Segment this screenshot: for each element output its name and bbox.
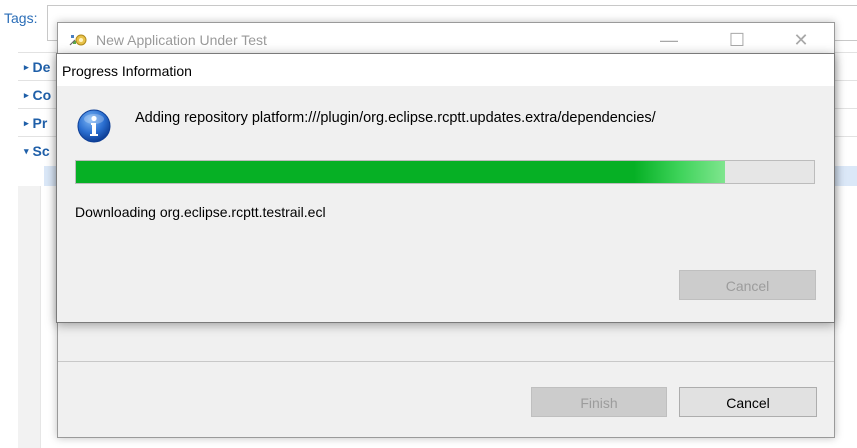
maximize-button[interactable]: ☐ (714, 27, 760, 53)
section-description-title[interactable]: ▸ De (24, 59, 50, 75)
collapsed-triangle-icon: ▸ (24, 62, 29, 72)
wizard-title: New Application Under Test (96, 32, 267, 48)
progress-information-dialog: Progress Information Adding repository p… (56, 53, 835, 323)
progress-bar (75, 160, 815, 184)
progress-titlebar[interactable]: Progress Information (57, 54, 834, 86)
progress-sub-message: Downloading org.eclipse.rcptt.testrail.e… (75, 204, 326, 220)
collapsed-triangle-icon: ▸ (24, 90, 29, 100)
expanded-triangle-icon: ▾ (24, 146, 29, 156)
progress-message: Adding repository platform:///plugin/org… (135, 110, 656, 126)
minimize-button[interactable]: — (646, 27, 692, 53)
tags-label: Tags: (4, 10, 38, 26)
section-script-title[interactable]: ▾ Sc (24, 143, 50, 159)
application-wizard-icon (69, 34, 87, 46)
info-icon (77, 109, 111, 143)
editor-gutter (18, 186, 41, 448)
close-button[interactable]: ✕ (778, 27, 824, 53)
progress-title: Progress Information (62, 63, 192, 79)
wizard-button-separator (58, 361, 834, 362)
wizard-cancel-button[interactable]: Cancel (679, 387, 817, 417)
wizard-titlebar[interactable]: New Application Under Test — ☐ ✕ (58, 23, 834, 55)
progress-cancel-button[interactable]: Cancel (679, 270, 816, 300)
finish-button[interactable]: Finish (531, 387, 667, 417)
section-properties-title[interactable]: ▸ Pr (24, 115, 47, 131)
progress-bar-fill (76, 161, 726, 183)
collapsed-triangle-icon: ▸ (24, 118, 29, 128)
section-configuration-title[interactable]: ▸ Co (24, 87, 51, 103)
